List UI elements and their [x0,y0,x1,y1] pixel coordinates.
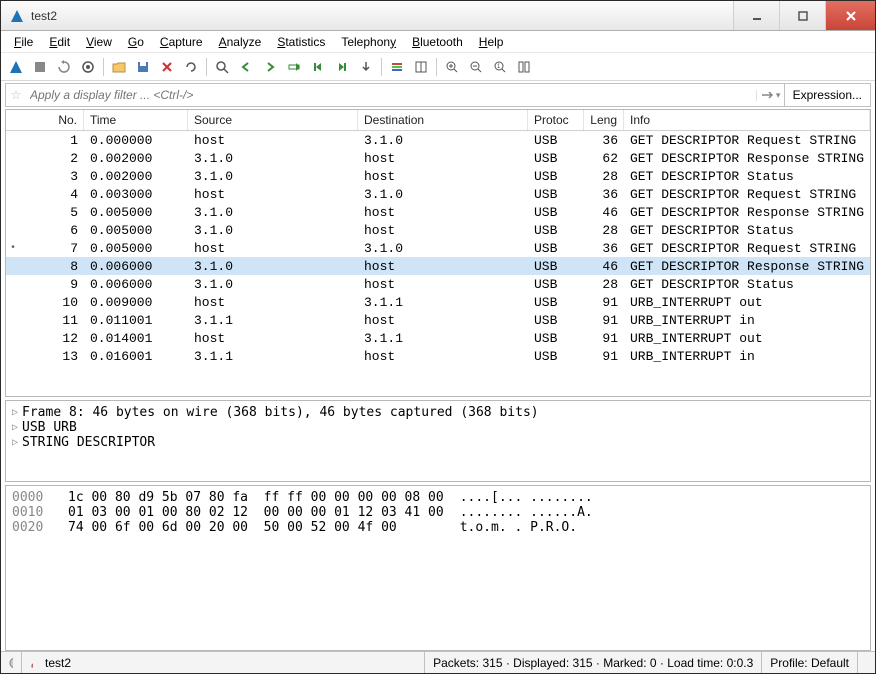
minimize-button[interactable] [733,1,779,30]
save-file-icon[interactable] [132,56,154,78]
mark-column[interactable] [6,110,20,130]
menubar: File Edit View Go Capture Analyze Statis… [1,31,875,53]
start-capture-icon[interactable] [5,56,27,78]
packet-row[interactable]: 110.0110013.1.1hostUSB91URB_INTERRUPT in [6,311,870,329]
menu-statistics[interactable]: Statistics [270,33,332,51]
packet-row[interactable]: 80.0060003.1.0hostUSB46GET DESCRIPTOR Re… [6,257,870,275]
menu-telephony[interactable]: Telephony [334,33,403,51]
separator [436,58,437,76]
menu-edit[interactable]: Edit [42,33,77,51]
resize-all-icon[interactable] [513,56,535,78]
window-controls [733,1,875,30]
filter-bar: ☆ ▾ Expression... [5,83,871,107]
open-file-icon[interactable] [108,56,130,78]
expression-button[interactable]: Expression... [784,84,870,106]
detail-line: ▷USB URB [12,420,864,435]
column-length[interactable]: Leng [584,110,624,130]
separator [103,58,104,76]
packet-row[interactable]: 10.000000host3.1.0USB36GET DESCRIPTOR Re… [6,131,870,149]
column-destination[interactable]: Destination [358,110,528,130]
go-forward-icon[interactable] [259,56,281,78]
hex-row[interactable]: 002074 00 6f 00 6d 00 20 00 50 00 52 00 … [12,520,864,535]
menu-help[interactable]: Help [472,33,511,51]
edit-capture-comment-icon[interactable] [21,652,41,673]
packet-list-header: No. Time Source Destination Protoc Leng … [6,110,870,131]
packet-row[interactable]: 60.0050003.1.0hostUSB28GET DESCRIPTOR St… [6,221,870,239]
close-button[interactable] [825,1,875,30]
hex-dump-pane[interactable]: 00001c 00 80 d9 5b 07 80 fa ff ff 00 00 … [5,485,871,651]
packet-row[interactable]: •70.005000host3.1.0USB36GET DESCRIPTOR R… [6,239,870,257]
menu-bluetooth[interactable]: Bluetooth [405,33,470,51]
status-packet-stats: Packets: 315 · Displayed: 315 · Marked: … [424,652,761,673]
capture-options-icon[interactable] [77,56,99,78]
detail-line: ▷STRING DESCRIPTOR [12,435,864,450]
svg-text:1: 1 [497,64,501,70]
status-bar: test2 Packets: 315 · Displayed: 315 · Ma… [1,651,875,673]
expand-icon[interactable]: ▷ [12,437,18,448]
titlebar: test2 [1,1,875,31]
zoom-out-icon[interactable] [465,56,487,78]
colorize-icon[interactable] [386,56,408,78]
display-filter-input[interactable] [26,86,756,104]
resize-grip-icon[interactable] [857,652,875,673]
column-time[interactable]: Time [84,110,188,130]
packet-row[interactable]: 50.0050003.1.0hostUSB46GET DESCRIPTOR Re… [6,203,870,221]
stop-capture-icon[interactable] [29,56,51,78]
detail-line: ▷Frame 8: 46 bytes on wire (368 bits), 4… [12,405,864,420]
packet-rows: 10.000000host3.1.0USB36GET DESCRIPTOR Re… [6,131,870,396]
packet-row[interactable]: 20.0020003.1.0hostUSB62GET DESCRIPTOR Re… [6,149,870,167]
menu-capture[interactable]: Capture [153,33,210,51]
packet-row[interactable]: 40.003000host3.1.0USB36GET DESCRIPTOR Re… [6,185,870,203]
packet-row[interactable]: 30.0020003.1.0hostUSB28GET DESCRIPTOR St… [6,167,870,185]
menu-go[interactable]: Go [121,33,151,51]
packet-detail-pane[interactable]: ▷Frame 8: 46 bytes on wire (368 bits), 4… [5,400,871,482]
go-last-icon[interactable] [331,56,353,78]
column-protocol[interactable]: Protoc [528,110,584,130]
separator [381,58,382,76]
close-file-icon[interactable] [156,56,178,78]
menu-analyze[interactable]: Analyze [212,33,269,51]
bookmark-filter-icon[interactable]: ☆ [6,88,26,102]
apply-filter-icon[interactable]: ▾ [756,90,784,101]
expert-info-icon[interactable] [1,652,21,673]
toolbar: 1 [1,53,875,81]
packet-area: No. Time Source Destination Protoc Leng … [1,109,875,651]
column-info[interactable]: Info [624,110,870,130]
zoom-reset-icon[interactable]: 1 [489,56,511,78]
resize-columns-icon[interactable] [410,56,432,78]
restart-capture-icon[interactable] [53,56,75,78]
menu-view[interactable]: View [79,33,119,51]
packet-row[interactable]: 100.009000host3.1.1USB91URB_INTERRUPT ou… [6,293,870,311]
menu-file[interactable]: File [7,33,40,51]
column-source[interactable]: Source [188,110,358,130]
go-to-packet-icon[interactable] [283,56,305,78]
maximize-button[interactable] [779,1,825,30]
wireshark-icon [9,8,25,24]
find-icon[interactable] [211,56,233,78]
zoom-in-icon[interactable] [441,56,463,78]
packet-row[interactable]: 120.014001host3.1.1USB91URB_INTERRUPT ou… [6,329,870,347]
reload-icon[interactable] [180,56,202,78]
auto-scroll-icon[interactable] [355,56,377,78]
packet-row[interactable]: 130.0160013.1.1hostUSB91URB_INTERRUPT in [6,347,870,365]
window-title: test2 [31,9,733,23]
expand-icon[interactable]: ▷ [12,422,18,433]
go-first-icon[interactable] [307,56,329,78]
app-window: test2 File Edit View Go Capture Analyze … [0,0,876,674]
column-no[interactable]: No. [20,110,84,130]
packet-list: No. Time Source Destination Protoc Leng … [5,109,871,397]
hex-row[interactable]: 001001 03 00 01 00 80 02 12 00 00 00 01 … [12,505,864,520]
packet-row[interactable]: 90.0060003.1.0hostUSB28GET DESCRIPTOR St… [6,275,870,293]
status-profile[interactable]: Profile: Default [761,652,857,673]
go-back-icon[interactable] [235,56,257,78]
expand-icon[interactable]: ▷ [12,407,18,418]
status-file-label: test2 [41,656,424,670]
separator [206,58,207,76]
hex-row[interactable]: 00001c 00 80 d9 5b 07 80 fa ff ff 00 00 … [12,490,864,505]
